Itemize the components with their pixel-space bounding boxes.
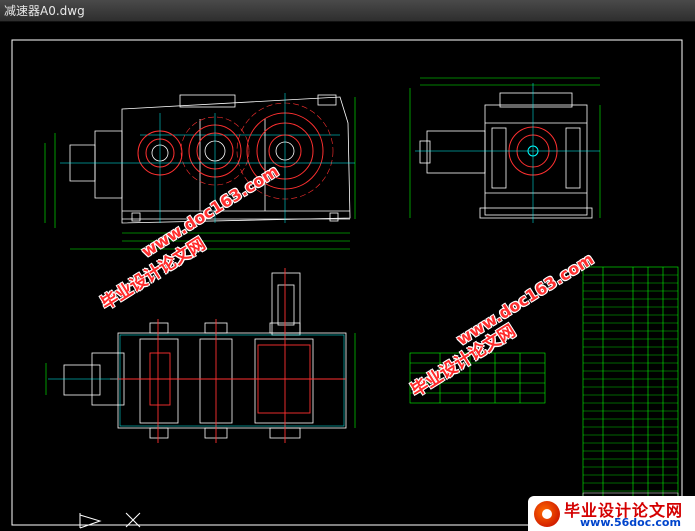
logo-mark-icon [534, 501, 560, 527]
drawing-canvas[interactable]: 毕业设计论文网 www.doc163.com 毕业设计论文网 www.doc16… [0, 23, 695, 531]
window-title: 减速器A0.dwg [4, 4, 85, 18]
logo-url: www.56doc.com [580, 516, 681, 529]
site-logo: 毕业设计论文网 www.56doc.com [528, 496, 695, 531]
ucs-icon [79, 512, 141, 529]
side-view [419, 92, 593, 219]
cad-drawing [11, 39, 683, 529]
window-title-bar: 减速器A0.dwg [0, 0, 695, 22]
parts-list [582, 266, 679, 518]
